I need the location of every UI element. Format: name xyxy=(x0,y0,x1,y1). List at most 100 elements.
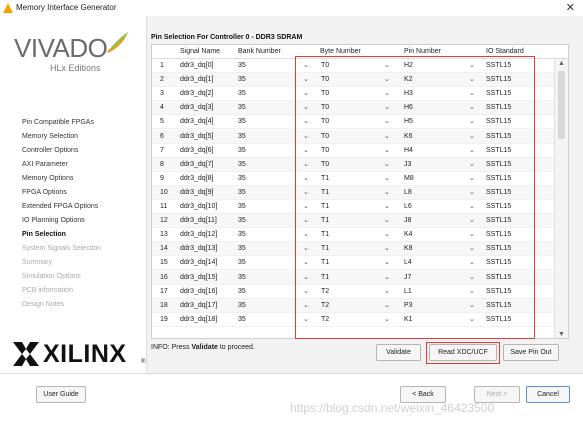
pin-number-select[interactable]: L4 xyxy=(404,259,412,266)
nav-item-pin-compatible-fpgas[interactable]: Pin Compatible FPGAs xyxy=(22,119,101,133)
table-row[interactable]: 10 ddr3_dq[9] 35 T1 L8 SSTL15 ⌄ ⌄ ⌄ xyxy=(152,185,554,200)
bank-dropdown-chevron-icon[interactable]: ⌄ xyxy=(303,188,309,196)
bank-dropdown-chevron-icon[interactable]: ⌄ xyxy=(303,117,309,125)
table-row[interactable]: 5 ddr3_dq[4] 35 T0 H5 SSTL15 ⌄ ⌄ ⌄ xyxy=(152,115,554,130)
byte-number-select[interactable]: T2 xyxy=(321,288,329,295)
bank-dropdown-chevron-icon[interactable]: ⌄ xyxy=(303,174,309,182)
byte-number-select[interactable]: T1 xyxy=(321,274,329,281)
table-row[interactable]: 8 ddr3_dq[7] 35 T0 J3 SSTL15 ⌄ ⌄ ⌄ xyxy=(152,157,554,172)
byte-dropdown-chevron-icon[interactable]: ⌄ xyxy=(384,258,390,266)
byte-number-select[interactable]: T1 xyxy=(321,203,329,210)
pin-number-select[interactable]: J8 xyxy=(404,217,411,224)
save-pin-out-button[interactable]: Save Pin Out xyxy=(503,344,559,361)
byte-dropdown-chevron-icon[interactable]: ⌄ xyxy=(384,273,390,281)
pin-number-select[interactable]: H3 xyxy=(404,90,413,97)
table-row[interactable]: 12 ddr3_dq[11] 35 T1 J8 SSTL15 ⌄ ⌄ ⌄ xyxy=(152,214,554,229)
col-header-bank-number[interactable]: Bank Number xyxy=(238,48,281,55)
table-vertical-scrollbar[interactable]: ▲ ▼ xyxy=(554,59,568,338)
byte-number-select[interactable]: T0 xyxy=(321,118,329,125)
user-guide-button[interactable]: User Guide xyxy=(36,386,86,403)
byte-dropdown-chevron-icon[interactable]: ⌄ xyxy=(384,244,390,252)
byte-dropdown-chevron-icon[interactable]: ⌄ xyxy=(384,287,390,295)
byte-dropdown-chevron-icon[interactable]: ⌄ xyxy=(384,132,390,140)
pin-dropdown-chevron-icon[interactable]: ⌄ xyxy=(469,301,475,309)
byte-dropdown-chevron-icon[interactable]: ⌄ xyxy=(384,160,390,168)
byte-number-select[interactable]: T0 xyxy=(321,147,329,154)
bank-dropdown-chevron-icon[interactable]: ⌄ xyxy=(303,244,309,252)
table-row[interactable]: 7 ddr3_dq[6] 35 T0 H4 SSTL15 ⌄ ⌄ ⌄ xyxy=(152,144,554,158)
table-row[interactable]: 3 ddr3_dq[2] 35 T0 H3 SSTL15 ⌄ ⌄ ⌄ xyxy=(152,87,554,102)
validate-button[interactable]: Validate xyxy=(376,344,421,361)
bank-dropdown-chevron-icon[interactable]: ⌄ xyxy=(303,75,309,83)
back-button[interactable]: < Back xyxy=(400,386,446,403)
table-row[interactable]: 18 ddr3_dq[17] 35 T2 P3 SSTL15 ⌄ ⌄ ⌄ xyxy=(152,298,554,313)
pin-number-select[interactable]: H6 xyxy=(404,104,413,111)
pin-dropdown-chevron-icon[interactable]: ⌄ xyxy=(469,103,475,111)
bank-dropdown-chevron-icon[interactable]: ⌄ xyxy=(303,230,309,238)
col-header-pin-number[interactable]: Pin Number xyxy=(404,48,441,55)
col-header-signal-name[interactable]: Signal Name xyxy=(180,48,220,55)
byte-number-select[interactable]: T0 xyxy=(321,76,329,83)
pin-dropdown-chevron-icon[interactable]: ⌄ xyxy=(469,61,475,69)
scrollbar-thumb[interactable] xyxy=(558,71,565,139)
bank-dropdown-chevron-icon[interactable]: ⌄ xyxy=(303,258,309,266)
nav-item-extended-fpga-options[interactable]: Extended FPGA Options xyxy=(22,203,101,217)
pin-dropdown-chevron-icon[interactable]: ⌄ xyxy=(469,174,475,182)
pin-dropdown-chevron-icon[interactable]: ⌄ xyxy=(469,188,475,196)
bank-dropdown-chevron-icon[interactable]: ⌄ xyxy=(303,202,309,210)
table-row[interactable]: 2 ddr3_dq[1] 35 T0 K2 SSTL15 ⌄ ⌄ ⌄ xyxy=(152,73,554,88)
table-row[interactable]: 16 ddr3_dq[15] 35 T1 J7 SSTL15 ⌄ ⌄ ⌄ xyxy=(152,270,554,285)
byte-number-select[interactable]: T1 xyxy=(321,245,329,252)
bank-dropdown-chevron-icon[interactable]: ⌄ xyxy=(303,61,309,69)
pin-dropdown-chevron-icon[interactable]: ⌄ xyxy=(469,75,475,83)
table-row[interactable]: 19 ddr3_dq[18] 35 T2 K1 SSTL15 ⌄ ⌄ ⌄ xyxy=(152,313,554,327)
pin-dropdown-chevron-icon[interactable]: ⌄ xyxy=(469,258,475,266)
pin-number-select[interactable]: J3 xyxy=(404,161,411,168)
pin-dropdown-chevron-icon[interactable]: ⌄ xyxy=(469,202,475,210)
pin-number-select[interactable]: M8 xyxy=(404,175,414,182)
byte-number-select[interactable]: T1 xyxy=(321,175,329,182)
byte-dropdown-chevron-icon[interactable]: ⌄ xyxy=(384,146,390,154)
table-row[interactable]: 15 ddr3_dq[14] 35 T1 L4 SSTL15 ⌄ ⌄ ⌄ xyxy=(152,256,554,271)
byte-number-select[interactable]: T1 xyxy=(321,217,329,224)
read-xdc-ucf-button[interactable]: Read XDC/UCF xyxy=(429,344,497,361)
nav-item-fpga-options[interactable]: FPGA Options xyxy=(22,189,101,203)
bank-dropdown-chevron-icon[interactable]: ⌄ xyxy=(303,146,309,154)
nav-item-memory-options[interactable]: Memory Options xyxy=(22,175,101,189)
table-row[interactable]: 4 ddr3_dq[3] 35 T0 H6 SSTL15 ⌄ ⌄ ⌄ xyxy=(152,101,554,116)
pin-number-select[interactable]: H5 xyxy=(404,118,413,125)
bank-dropdown-chevron-icon[interactable]: ⌄ xyxy=(303,287,309,295)
pin-number-select[interactable]: H4 xyxy=(404,147,413,154)
table-row[interactable]: 14 ddr3_dq[13] 35 T1 K8 SSTL15 ⌄ ⌄ ⌄ xyxy=(152,242,554,257)
bank-dropdown-chevron-icon[interactable]: ⌄ xyxy=(303,273,309,281)
byte-number-select[interactable]: T0 xyxy=(321,90,329,97)
byte-dropdown-chevron-icon[interactable]: ⌄ xyxy=(384,301,390,309)
byte-number-select[interactable]: T2 xyxy=(321,316,329,323)
nav-item-io-planning-options[interactable]: IO Planning Options xyxy=(22,217,101,231)
scroll-down-icon[interactable]: ▼ xyxy=(558,331,565,338)
pin-number-select[interactable]: L6 xyxy=(404,203,412,210)
byte-dropdown-chevron-icon[interactable]: ⌄ xyxy=(384,89,390,97)
byte-dropdown-chevron-icon[interactable]: ⌄ xyxy=(384,188,390,196)
bank-dropdown-chevron-icon[interactable]: ⌄ xyxy=(303,103,309,111)
pin-number-select[interactable]: L8 xyxy=(404,189,412,196)
pin-dropdown-chevron-icon[interactable]: ⌄ xyxy=(469,244,475,252)
bank-dropdown-chevron-icon[interactable]: ⌄ xyxy=(303,132,309,140)
table-row[interactable]: 13 ddr3_dq[12] 35 T1 K4 SSTL15 ⌄ ⌄ ⌄ xyxy=(152,228,554,243)
pin-dropdown-chevron-icon[interactable]: ⌄ xyxy=(469,132,475,140)
byte-number-select[interactable]: T1 xyxy=(321,189,329,196)
bank-dropdown-chevron-icon[interactable]: ⌄ xyxy=(303,89,309,97)
pin-dropdown-chevron-icon[interactable]: ⌄ xyxy=(469,273,475,281)
byte-dropdown-chevron-icon[interactable]: ⌄ xyxy=(384,216,390,224)
pin-number-select[interactable]: K1 xyxy=(404,316,413,323)
pin-dropdown-chevron-icon[interactable]: ⌄ xyxy=(469,146,475,154)
byte-dropdown-chevron-icon[interactable]: ⌄ xyxy=(384,75,390,83)
byte-dropdown-chevron-icon[interactable]: ⌄ xyxy=(384,103,390,111)
pin-dropdown-chevron-icon[interactable]: ⌄ xyxy=(469,287,475,295)
nav-item-pin-selection[interactable]: Pin Selection xyxy=(22,231,101,245)
pin-dropdown-chevron-icon[interactable]: ⌄ xyxy=(469,230,475,238)
pin-number-select[interactable]: P3 xyxy=(404,302,413,309)
table-row[interactable]: 17 ddr3_dq[16] 35 T2 L1 SSTL15 ⌄ ⌄ ⌄ xyxy=(152,285,554,299)
byte-dropdown-chevron-icon[interactable]: ⌄ xyxy=(384,202,390,210)
byte-number-select[interactable]: T0 xyxy=(321,133,329,140)
